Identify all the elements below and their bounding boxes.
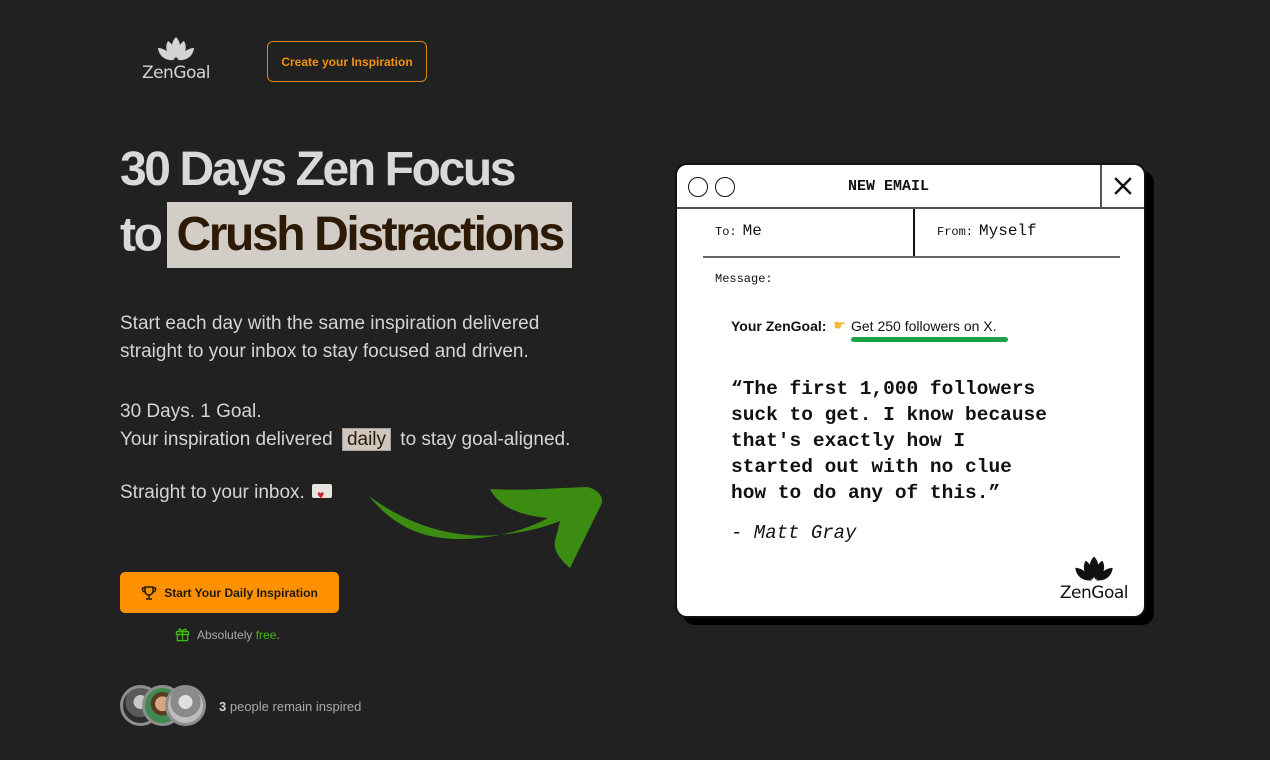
hero-title-prefix: to [120,208,163,262]
email-header: NEW EMAIL [677,165,1144,209]
goal-value: Get 250 followers on X. [850,317,997,334]
message-label: Message: [715,272,773,286]
card-logo-text: ZenGoal [1059,583,1129,603]
love-letter-icon [312,481,333,509]
hero-title-line2: to Crush Distractions [120,202,572,271]
create-inspiration-button[interactable]: Create your Inspiration [267,41,427,82]
quote-author: - Matt Gray [731,522,857,544]
daily-highlight: daily [341,428,392,451]
hero-description: Start each day with the same inspiration… [120,313,540,362]
inbox-text: Straight to your inbox. [120,482,305,503]
start-daily-inspiration-button[interactable]: Start Your Daily Inspiration [120,572,339,613]
goal-underline [851,337,1008,342]
green-arrow-icon [369,487,603,568]
people-count: 3 [219,699,227,714]
avatar-group [120,685,210,727]
goal-label: Your ZenGoal: [731,317,827,334]
email-title: NEW EMAIL [847,178,929,195]
from-value: Myself [979,222,1037,240]
start-button-label: Start Your Daily Inspiration [164,585,318,600]
delivery-after: to stay goal-aligned. [400,429,571,450]
free-word: free [255,627,277,642]
delivery-line: Your inspiration delivered daily to stay… [120,426,620,454]
people-count-text: 3 people remain inspired [219,699,361,714]
from-field: From: Myself [937,222,1037,240]
lotus-icon [158,37,194,61]
hero-title-line1: 30 Days Zen Focus [120,143,516,196]
zengoal-logo[interactable]: ZenGoal [138,36,214,82]
trophy-icon [141,585,157,600]
field-divider [913,209,915,256]
hero-title-highlight: Crush Distractions [166,202,572,268]
logo-text: ZenGoal [141,63,211,83]
email-card: NEW EMAIL To: Me From: Myself Message: You… [675,163,1146,618]
from-label: From: [937,225,974,239]
close-icon [1114,177,1132,195]
quote-text: “The first 1,000 followers suck to get. … [731,378,1047,504]
to-field: To: Me [715,222,762,240]
avatar [165,685,206,726]
hero-goal-text: 30 Days. 1 Goal. Your inspiration delive… [120,398,620,454]
delivery-before: Your inspiration delivered [120,429,333,450]
inbox-line: Straight to your inbox. [120,479,333,509]
free-suffix: . [276,627,280,642]
close-button[interactable] [1100,165,1144,207]
email-address-row: To: Me From: Myself [703,209,1120,258]
lotus-icon [1075,556,1113,581]
to-value: Me [742,222,762,240]
card-logo: ZenGoal [1059,555,1129,603]
pointing-hand-icon: ☛ [833,317,846,333]
gift-icon [175,628,190,642]
goal-summary: 30 Days. 1 Goal. [120,401,262,422]
free-note: Absolutely free. [175,627,280,642]
to-label: To: [715,225,737,239]
people-label: people remain inspired [229,699,362,714]
free-prefix: Absolutely [197,627,253,642]
zengoal-line: Your ZenGoal: ☛ Get 250 followers on X. [731,317,997,334]
